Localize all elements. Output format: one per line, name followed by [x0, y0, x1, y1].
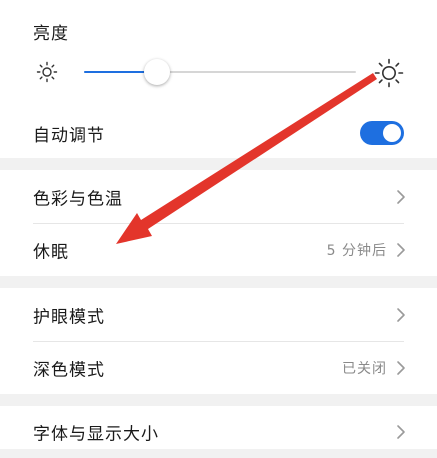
chevron-right-icon — [397, 189, 405, 204]
chevron-right-icon — [397, 360, 405, 375]
brightness-section: 亮度 自动调节 — [0, 0, 437, 158]
display-section: 色彩与色温 休眠 5 分钟后 — [0, 170, 437, 276]
chevron-right-icon — [397, 242, 405, 257]
brightness-slider[interactable] — [84, 57, 356, 87]
sleep-row[interactable]: 休眠 5 分钟后 — [0, 223, 437, 276]
slider-thumb[interactable] — [144, 59, 171, 85]
eye-comfort-row[interactable]: 护眼模式 — [0, 288, 437, 341]
sleep-value: 5 分钟后 — [326, 242, 387, 259]
auto-adjust-label: 自动调节 — [33, 126, 105, 146]
dark-mode-row[interactable]: 深色模式 已关闭 — [0, 341, 437, 394]
color-temperature-row[interactable]: 色彩与色温 — [0, 170, 437, 223]
font-section: 字体与显示大小 — [0, 406, 437, 449]
color-temperature-label: 色彩与色温 — [33, 189, 123, 209]
auto-adjust-toggle[interactable] — [360, 121, 404, 145]
dark-mode-label: 深色模式 — [33, 360, 105, 380]
sleep-label: 休眠 — [33, 242, 69, 262]
font-size-label: 字体与显示大小 — [33, 424, 159, 445]
font-size-row[interactable]: 字体与显示大小 — [0, 406, 437, 458]
dark-mode-value: 已关闭 — [342, 360, 387, 377]
chevron-right-icon — [397, 425, 405, 439]
sun-large-icon — [374, 58, 404, 88]
eye-comfort-label: 护眼模式 — [33, 307, 105, 327]
brightness-title: 亮度 — [33, 24, 69, 44]
chevron-right-icon — [397, 307, 405, 322]
eye-section: 护眼模式 深色模式 已关闭 — [0, 288, 437, 394]
toggle-knob — [383, 124, 401, 142]
sun-small-icon — [36, 61, 58, 83]
